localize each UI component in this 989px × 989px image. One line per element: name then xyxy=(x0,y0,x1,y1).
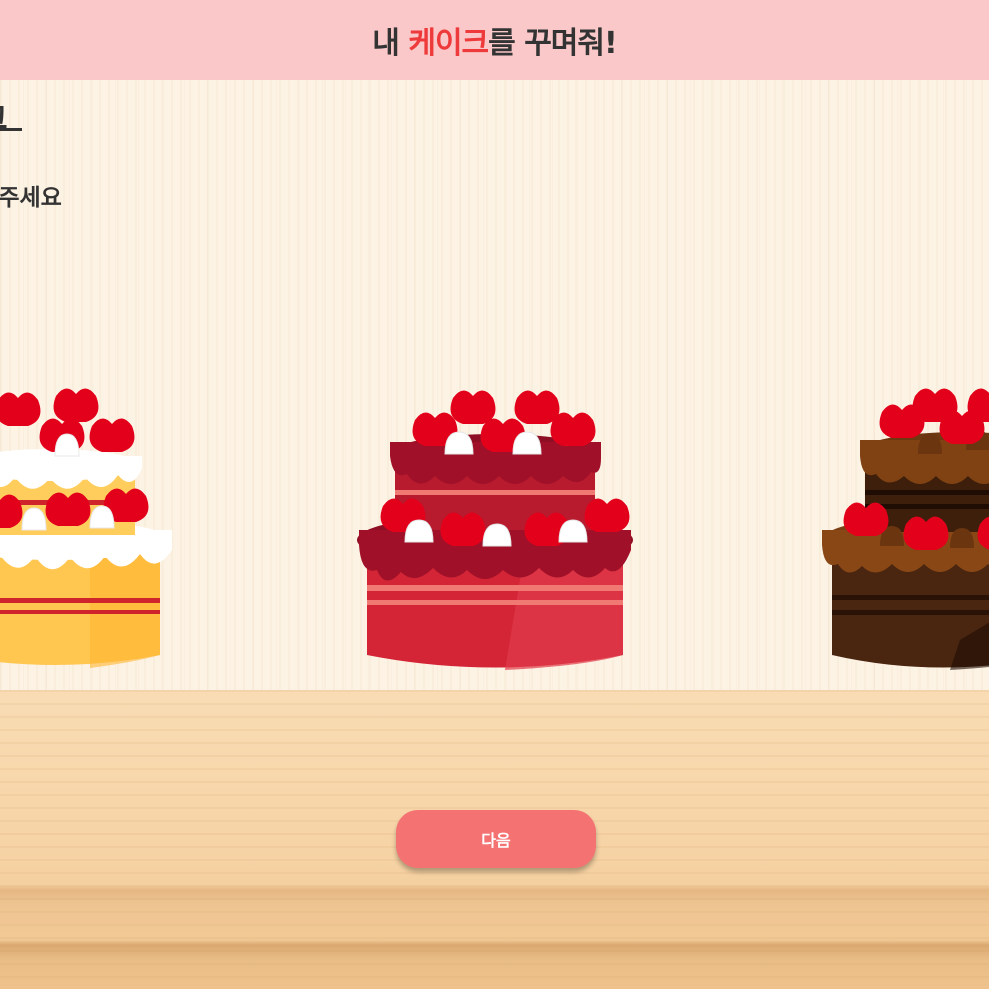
red-velvet-cake-icon xyxy=(357,390,633,670)
next-button[interactable]: 다음 xyxy=(396,810,596,868)
cake-option-vanilla[interactable] xyxy=(0,380,180,680)
cake-option-chocolate[interactable] xyxy=(820,380,989,680)
title-suffix: 를 꾸며줘! xyxy=(488,26,618,61)
title-accent: 케이크 xyxy=(408,26,489,61)
instruction-text: 택해주세요 xyxy=(0,185,62,211)
title-prefix: 내 xyxy=(372,26,409,61)
cake-selection-stage: 크 택해주세요 xyxy=(0,80,989,690)
app-header: 내 케이크 를 꾸며줘! xyxy=(0,0,989,80)
page-title: 크 xyxy=(0,94,8,138)
title-underline xyxy=(0,128,22,131)
chocolate-cake-icon xyxy=(822,388,989,670)
vanilla-cake-icon xyxy=(0,388,172,668)
cake-option-red-velvet[interactable] xyxy=(355,380,635,680)
